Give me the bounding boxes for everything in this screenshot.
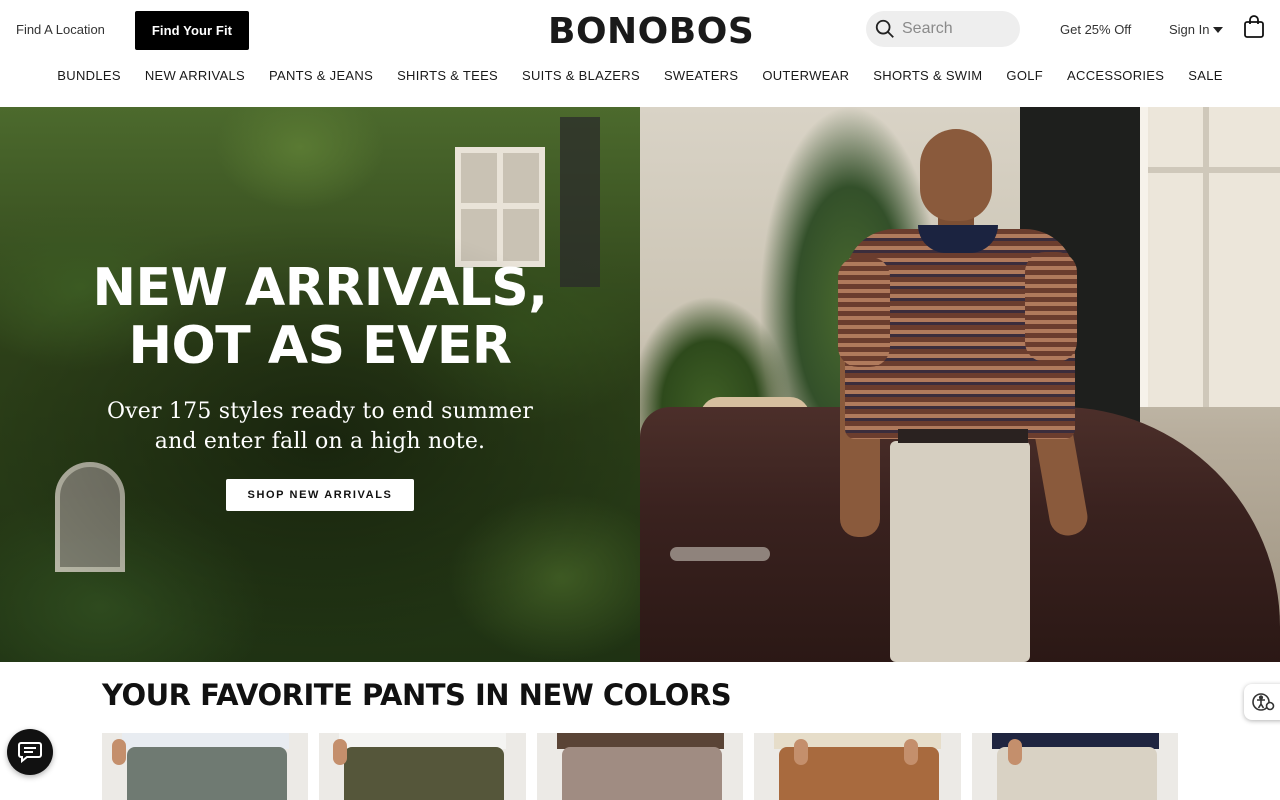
product-card[interactable] [102,733,309,800]
product-hand [112,739,126,765]
shopping-bag-icon[interactable] [1243,15,1265,39]
chat-button[interactable] [7,729,53,775]
brand-logo[interactable]: BONOBOS [548,10,754,54]
model-sleeve [838,257,890,367]
model-head [920,129,992,221]
product-card[interactable] [754,733,961,800]
hero-banner: NEW ARRIVALS, HOT AS EVER Over 175 style… [0,107,1280,662]
search-box[interactable] [866,11,1020,47]
model-pants [890,441,1030,662]
search-input[interactable] [902,20,1012,38]
sign-in-label: Sign In [1169,22,1210,37]
house-window [1140,107,1280,407]
nav-item-suits-blazers[interactable]: SUITS & BLAZERS [510,58,652,94]
nav-item-accessories[interactable]: ACCESSORIES [1055,58,1176,94]
nav-item-shorts-swim[interactable]: SHORTS & SWIM [861,58,994,94]
caret-down-icon [1213,26,1224,33]
hero-title: NEW ARRIVALS, HOT AS EVER [92,258,548,376]
promo-link[interactable]: Get 25% Off [1060,22,1131,37]
product-card[interactable] [536,733,744,800]
product-hand [794,739,809,765]
shop-new-arrivals-button[interactable]: SHOP NEW ARRIVALS [226,479,414,511]
product-pant-image [127,747,287,800]
accessibility-icon [1252,693,1275,711]
hero-subtitle: Over 175 styles ready to end summer and … [106,399,534,454]
find-your-fit-button[interactable]: Find Your Fit [135,11,249,50]
find-location-link[interactable]: Find A Location [16,22,105,37]
product-card[interactable] [971,733,1179,800]
sign-in-menu[interactable]: Sign In [1169,22,1224,37]
text-shade [0,107,640,662]
model-belt [898,429,1028,443]
hero-model-image[interactable] [640,107,1280,662]
nav-item-sweaters[interactable]: SWEATERS [652,58,750,94]
nav-item-shirts-tees[interactable]: SHIRTS & TEES [385,58,510,94]
product-row [102,733,1179,800]
accessibility-button[interactable] [1244,684,1280,720]
product-hand [333,739,348,765]
model-sleeve [1025,252,1077,362]
hero-ivy-image[interactable]: NEW ARRIVALS, HOT AS EVER Over 175 style… [0,107,640,662]
car-door-handle [670,547,770,561]
nav-item-new-arrivals[interactable]: NEW ARRIVALS [133,58,257,94]
nav-item-pants-jeans[interactable]: PANTS & JEANS [257,58,385,94]
product-hand [904,739,919,765]
top-bar: Find A Location Find Your Fit BONOBOS Ge… [0,0,1280,58]
nav-item-golf[interactable]: GOLF [994,58,1055,94]
nav-item-sale[interactable]: SALE [1176,58,1234,94]
nav-item-bundles[interactable]: BUNDLES [45,58,133,94]
search-icon[interactable] [874,18,896,40]
product-pant-image [561,747,722,800]
section-title: YOUR FAVORITE PANTS IN NEW COLORS [102,678,732,712]
product-pant-image [344,747,505,800]
product-card[interactable] [319,733,526,800]
chat-icon [18,742,42,764]
product-hand [1007,739,1022,765]
main-nav: BUNDLES NEW ARRIVALS PANTS & JEANS SHIRT… [0,58,1280,94]
nav-item-outerwear[interactable]: OUTERWEAR [750,58,861,94]
